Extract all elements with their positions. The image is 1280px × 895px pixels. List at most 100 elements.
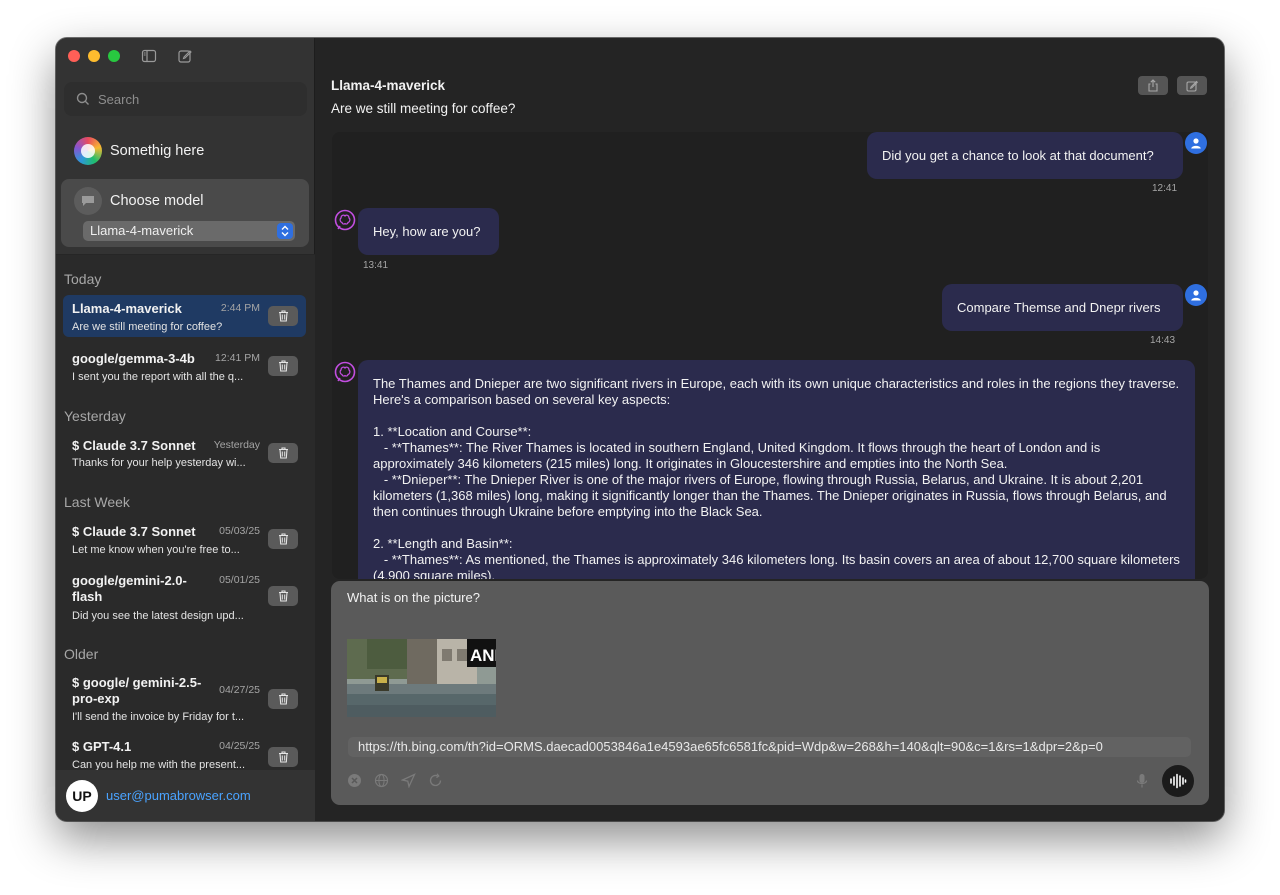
history-item[interactable]: $ google/ gemini-2.5-pro-exp 04/27/25 I'…	[63, 669, 306, 729]
history-item-date: 04/25/25	[219, 740, 260, 752]
edit-icon	[1186, 80, 1198, 92]
user-avatar-icon	[1185, 284, 1207, 306]
delete-chat-button[interactable]	[268, 306, 298, 326]
history-item-preview: I sent you the report with all the q...	[72, 371, 244, 383]
close-window-button[interactable]	[68, 50, 80, 62]
assistant-message: The Thames and Dnieper are two significa…	[358, 360, 1195, 579]
history-item-title: $ google/ gemini-2.5-pro-exp	[72, 675, 202, 706]
share-icon	[1148, 79, 1158, 92]
history-item-title: $ GPT-4.1	[72, 739, 132, 754]
history-item-preview: Can you help me with the present...	[72, 759, 246, 770]
search-placeholder: Search	[98, 91, 140, 107]
section-last-week: Last Week	[64, 494, 130, 510]
prompt-input[interactable]: What is on the picture?	[347, 590, 480, 605]
trash-icon	[278, 360, 288, 372]
sidebar: Search Somethig here Choose model Llama-…	[56, 38, 315, 821]
brain-icon	[334, 209, 356, 231]
history-item-preview: I'll send the invoice by Friday for t...	[72, 711, 245, 723]
image-url-field[interactable]: https://th.bing.com/th?id=ORMS.daecad005…	[348, 737, 1191, 757]
message-time: 12:41	[1152, 183, 1178, 194]
assistant-message: Hey, how are you?	[358, 208, 499, 255]
delete-chat-button[interactable]	[268, 747, 298, 767]
voice-mode-button[interactable]	[1162, 765, 1194, 797]
history-item-title: google/gemma-3-4b	[72, 351, 195, 366]
history-item[interactable]: $ Claude 3.7 Sonnet Yesterday Thanks for…	[63, 432, 306, 476]
share-button[interactable]	[1138, 76, 1168, 95]
new-chat-icon[interactable]	[177, 48, 193, 64]
trash-icon	[278, 447, 288, 459]
history-item-title: Llama-4-maverick	[72, 301, 182, 316]
chat-subtitle: Are we still meeting for coffee?	[331, 101, 516, 116]
trash-icon	[278, 590, 288, 602]
brain-icon	[334, 361, 356, 383]
choose-model-label: Choose model	[110, 193, 204, 209]
trash-icon	[278, 310, 288, 322]
user-bar: UP user@pumabrowser.com	[56, 770, 315, 821]
section-older: Older	[64, 646, 99, 662]
model-select[interactable]: Llama-4-maverick	[83, 221, 295, 241]
trash-icon	[278, 751, 288, 763]
send-icon[interactable]	[401, 773, 416, 788]
history-item-preview: Let me know when you're free to...	[72, 544, 240, 556]
chat-panel: Llama-4-maverick Are we still meeting fo…	[316, 38, 1224, 821]
clear-icon[interactable]	[347, 773, 362, 788]
user-message: Compare Themse and Dnepr rivers	[942, 284, 1183, 331]
delete-chat-button[interactable]	[268, 689, 298, 709]
refresh-icon[interactable]	[428, 773, 443, 788]
chat-history-list: Today Llama-4-maverick 2:44 PM Are we st…	[56, 255, 315, 770]
model-chooser: Choose model Llama-4-maverick	[61, 179, 309, 247]
history-item-title: $ Claude 3.7 Sonnet	[72, 438, 196, 453]
avatar[interactable]: UP	[66, 780, 98, 812]
toggle-sidebar-icon[interactable]	[141, 48, 157, 64]
window-controls	[68, 50, 120, 62]
history-item[interactable]: $ GPT-4.1 04/25/25 Can you help me with …	[63, 733, 306, 770]
user-email-link[interactable]: user@pumabrowser.com	[106, 788, 251, 803]
history-item-date: Yesterday	[213, 439, 260, 451]
history-item-date: 05/03/25	[219, 525, 260, 537]
message-text: Compare Themse and Dnepr rivers	[957, 300, 1161, 315]
profile-label: Somethig here	[110, 143, 205, 159]
message-text: Did you get a chance to look at that doc…	[882, 148, 1154, 163]
minimize-window-button[interactable]	[88, 50, 100, 62]
waveform-icon	[1170, 773, 1187, 789]
delete-chat-button[interactable]	[268, 443, 298, 463]
chat-title: Llama-4-maverick	[331, 78, 446, 93]
search-icon	[76, 92, 89, 105]
attached-image[interactable]: ANI	[347, 639, 496, 717]
history-item-date: 12:41 PM	[215, 352, 260, 364]
history-item[interactable]: $ Claude 3.7 Sonnet 05/03/25 Let me know…	[63, 518, 306, 562]
delete-chat-button[interactable]	[268, 529, 298, 549]
history-item-preview: Are we still meeting for coffee?	[72, 321, 223, 333]
history-item-date: 05/01/25	[219, 574, 260, 586]
user-avatar-icon	[1185, 132, 1207, 154]
composer[interactable]: What is on the picture? ANI	[331, 581, 1209, 805]
history-item-preview: Thanks for your help yesterday wi...	[72, 457, 246, 469]
app-window: Search Somethig here Choose model Llama-…	[56, 38, 1224, 821]
search-input[interactable]: Search	[64, 82, 307, 116]
history-item-title: google/gemini-2.0-flash	[72, 573, 187, 604]
watermark-text: ANI	[470, 646, 496, 665]
profile-row[interactable]: Somethig here	[74, 137, 204, 165]
history-item[interactable]: Llama-4-maverick 2:44 PM Are we still me…	[63, 295, 306, 337]
trash-icon	[278, 693, 288, 705]
microphone-icon[interactable]	[1135, 773, 1149, 789]
message-list: Did you get a chance to look at that doc…	[332, 132, 1208, 579]
globe-icon[interactable]	[374, 773, 389, 788]
message-time: 14:43	[1150, 335, 1176, 346]
user-message: Did you get a chance to look at that doc…	[867, 132, 1183, 179]
edit-button[interactable]	[1177, 76, 1207, 95]
history-item-preview: Did you see the latest design upd...	[72, 610, 244, 622]
message-time: 13:41	[363, 260, 389, 271]
chat-bubble-icon	[74, 187, 102, 215]
delete-chat-button[interactable]	[268, 356, 298, 376]
chevron-updown-icon	[277, 223, 293, 239]
zoom-window-button[interactable]	[108, 50, 120, 62]
history-item[interactable]: google/gemini-2.0-flash 05/01/25 Did you…	[63, 567, 306, 629]
delete-chat-button[interactable]	[268, 586, 298, 606]
trash-icon	[278, 533, 288, 545]
history-item-date: 04/27/25	[219, 684, 260, 696]
model-select-value: Llama-4-maverick	[90, 223, 194, 238]
section-today: Today	[64, 271, 102, 287]
palette-icon	[74, 137, 102, 165]
history-item[interactable]: google/gemma-3-4b 12:41 PM I sent you th…	[63, 345, 306, 389]
